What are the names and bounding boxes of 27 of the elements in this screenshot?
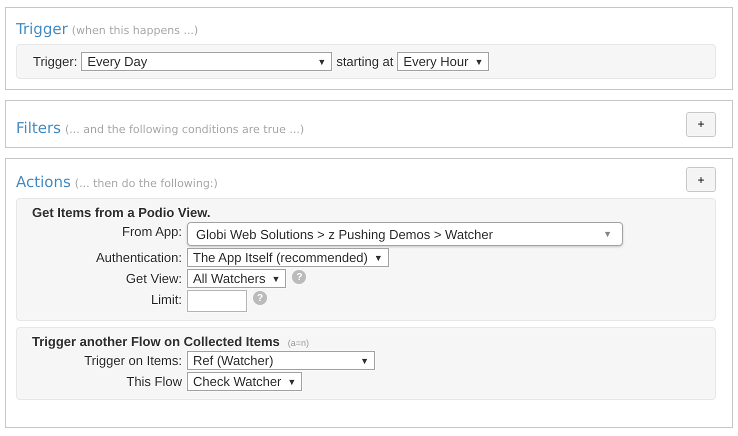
add-button[interactable]: +: [686, 167, 716, 192]
field-label: Trigger on Items:: [83, 352, 182, 368]
joiner-text: starting at: [336, 54, 394, 69]
field-label: From App:: [121, 223, 182, 239]
field-label: Limit:: [150, 291, 182, 307]
section-hint: (... then do the following:): [74, 177, 218, 190]
field-label: Trigger:: [33, 54, 78, 69]
action-note: (a=n): [288, 338, 310, 348]
dropdown-select[interactable]: Check Watcher ▼: [187, 372, 302, 391]
section-title: Actions: [16, 173, 71, 191]
schedule-select[interactable]: Every Day ▼: [81, 52, 332, 71]
field-label: This Flow: [125, 373, 182, 389]
add-button[interactable]: +: [686, 112, 716, 136]
dropdown-select[interactable]: The App Itself (recommended) ▼: [187, 248, 389, 267]
section-hint: (... and the following conditions are true ...): [64, 123, 304, 136]
action-title: Get Items from a Podio View.: [32, 205, 210, 220]
app-select[interactable]: Globi Web Solutions > z Pushing Demos > Watcher ▼: [187, 222, 623, 246]
section-title: Filters: [16, 119, 61, 137]
dropdown-select[interactable]: Ref (Watcher) ▼: [187, 351, 375, 370]
section-hint: (when this happens ...): [72, 24, 198, 37]
dropdown-select[interactable]: All Watchers ▼: [187, 269, 286, 288]
action-title: Trigger another Flow on Collected Items: [32, 334, 280, 349]
field-label: Authentication:: [94, 249, 182, 265]
section-title: Trigger: [16, 20, 68, 38]
time-select[interactable]: Every Hour ▼: [397, 52, 490, 71]
limit-field[interactable]: [187, 290, 247, 312]
field-label: Get View:: [124, 270, 182, 286]
